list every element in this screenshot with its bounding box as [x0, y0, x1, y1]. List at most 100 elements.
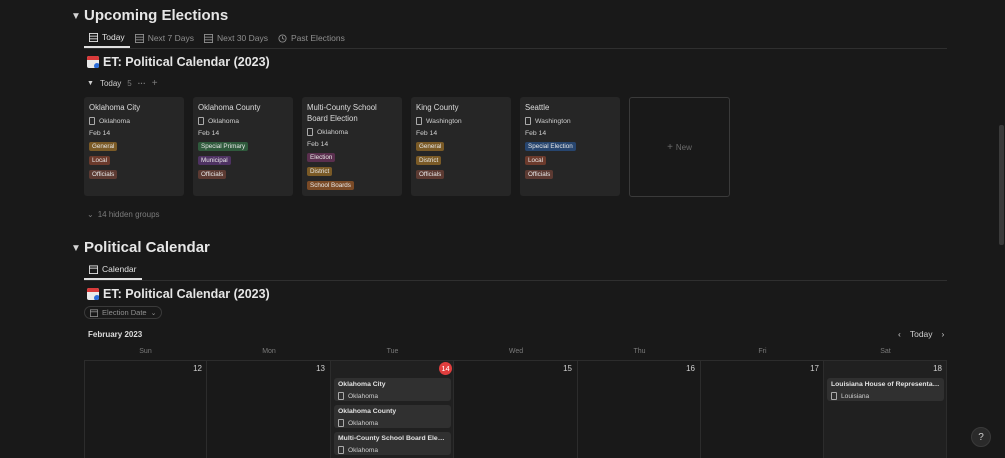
chevron-down-icon: ⌄ [150, 309, 157, 317]
page-icon [198, 117, 204, 125]
page-icon [416, 117, 422, 125]
card-location: Washington [525, 117, 615, 125]
scrollbar-thumb[interactable] [999, 125, 1004, 245]
day-number: 12 [193, 364, 202, 373]
weekday-label: Tue [386, 348, 399, 355]
database-title[interactable]: ET: Political Calendar (2023) [87, 287, 270, 301]
new-card-button[interactable]: + New [629, 97, 730, 197]
calendar-event[interactable]: Oklahoma City Oklahoma [334, 378, 451, 401]
weekday-label: Thu [633, 348, 646, 355]
weekday-label: Sat [880, 348, 891, 355]
calendar-day-cell[interactable] [578, 360, 701, 458]
calendar-day-cell[interactable] [701, 360, 824, 458]
calendar-emoji-icon [87, 288, 99, 300]
tag-officials: Officials [198, 170, 227, 179]
card-title: Oklahoma County [198, 103, 261, 112]
database-title-text: ET: Political Calendar (2023) [103, 55, 270, 69]
section-title-upcoming: Upcoming Elections [84, 7, 229, 24]
chevron-down-icon: ⌄ [87, 210, 94, 219]
tag-officials: Officials [89, 170, 118, 179]
collapse-toggle-icon[interactable]: ▼ [71, 11, 81, 22]
table-icon [134, 33, 144, 43]
calendar-day-cell[interactable] [824, 360, 947, 458]
tag-local: Local [525, 156, 547, 165]
tag-general: General [89, 142, 118, 151]
event-location: Oklahoma [348, 419, 379, 427]
page-icon [525, 117, 531, 125]
calendar-day-cell[interactable] [207, 360, 331, 458]
more-options-icon[interactable]: ··· [138, 79, 146, 88]
page-icon [338, 419, 344, 427]
board-card[interactable]: King County Washington Feb 14 General Di… [411, 97, 511, 196]
page-icon [307, 128, 313, 136]
group-toggle-icon[interactable]: ▼ [87, 80, 94, 87]
chevron-right-icon[interactable]: › [942, 329, 945, 339]
tag-local: Local [89, 156, 111, 165]
calendar-event[interactable]: Oklahoma County Oklahoma [334, 405, 451, 428]
tab-next-7-days[interactable]: Next 7 Days [130, 28, 199, 48]
tag-general: General [416, 142, 445, 151]
add-icon[interactable]: + [152, 78, 158, 89]
board-card[interactable]: Oklahoma County Oklahoma Feb 14 Special … [193, 97, 293, 196]
card-location-text: Washington [535, 117, 571, 125]
day-number: 18 [933, 364, 942, 373]
day-number: 13 [316, 364, 325, 373]
table-icon [203, 33, 213, 43]
calendar-day-cell[interactable] [454, 360, 578, 458]
weekday-label: Mon [262, 348, 276, 355]
tab-next-30-days[interactable]: Next 30 Days [199, 28, 273, 48]
history-icon [278, 33, 287, 43]
tab-calendar[interactable]: Calendar [84, 260, 142, 280]
month-label: February 2023 [88, 330, 143, 339]
calendar-event[interactable]: Louisiana House of Representatives Louis… [827, 378, 944, 401]
tab-label: Next 7 Days [147, 33, 194, 43]
tab-past-elections[interactable]: Past Elections [273, 28, 350, 48]
tag-district: District [307, 167, 333, 176]
new-label: New [675, 142, 692, 152]
hidden-groups-toggle[interactable]: ⌄ 14 hidden groups [87, 210, 160, 219]
today-button[interactable]: Today [910, 329, 933, 339]
board-card[interactable]: Seattle Washington Feb 14 Special Electi… [520, 97, 620, 196]
view-tabs-upcoming: Today Next 7 Days Next 30 Days Past Elec… [84, 28, 350, 48]
event-title: Louisiana House of Representatives [831, 381, 940, 388]
view-tabs-political: Calendar [84, 260, 142, 280]
calendar-icon [90, 308, 98, 317]
tag-school-boards: School Boards [307, 181, 354, 190]
tab-label: Today [102, 32, 125, 42]
group-header-today: ▼ Today 5 ··· + [87, 78, 158, 89]
database-title-text: ET: Political Calendar (2023) [103, 287, 270, 301]
calendar-icon [89, 264, 98, 274]
tag-officials: Officials [416, 170, 445, 179]
card-location-text: Oklahoma [317, 128, 348, 136]
date-property-filter[interactable]: Election Date ⌄ [84, 306, 163, 319]
divider [84, 280, 947, 281]
filter-label: Election Date [102, 308, 147, 317]
collapse-toggle-icon[interactable]: ▼ [71, 243, 81, 254]
calendar-event[interactable]: Multi-County School Board Election Oklah… [334, 432, 451, 455]
page-icon [338, 446, 344, 454]
board-card[interactable]: Oklahoma City Oklahoma Feb 14 General Lo… [84, 97, 184, 196]
page-icon [89, 117, 95, 125]
card-title: King County [416, 103, 459, 112]
board-card[interactable]: Multi-County School Board Election Oklah… [302, 97, 402, 196]
help-button[interactable]: ? [971, 427, 991, 447]
tag-municipal: Municipal [198, 156, 231, 165]
database-title[interactable]: ET: Political Calendar (2023) [87, 55, 270, 69]
group-label: Today [99, 79, 122, 88]
tab-today[interactable]: Today [84, 28, 130, 48]
card-title: Seattle [525, 103, 550, 112]
calendar-day-cell[interactable] [84, 360, 207, 458]
card-date: Feb 14 [416, 130, 438, 137]
card-date: Feb 14 [89, 130, 111, 137]
weekday-label: Wed [508, 348, 524, 355]
chevron-left-icon[interactable]: ‹ [898, 329, 901, 339]
tag-special-election: Special Election [525, 142, 576, 151]
card-title: Oklahoma City [89, 103, 141, 112]
event-title: Oklahoma City [338, 381, 386, 388]
today-day-number: 14 [439, 362, 452, 375]
card-date: Feb 14 [307, 141, 329, 148]
page-icon [831, 392, 837, 400]
section-title-political: Political Calendar [84, 239, 210, 256]
table-icon [89, 32, 98, 42]
card-location-text: Oklahoma [208, 117, 239, 125]
